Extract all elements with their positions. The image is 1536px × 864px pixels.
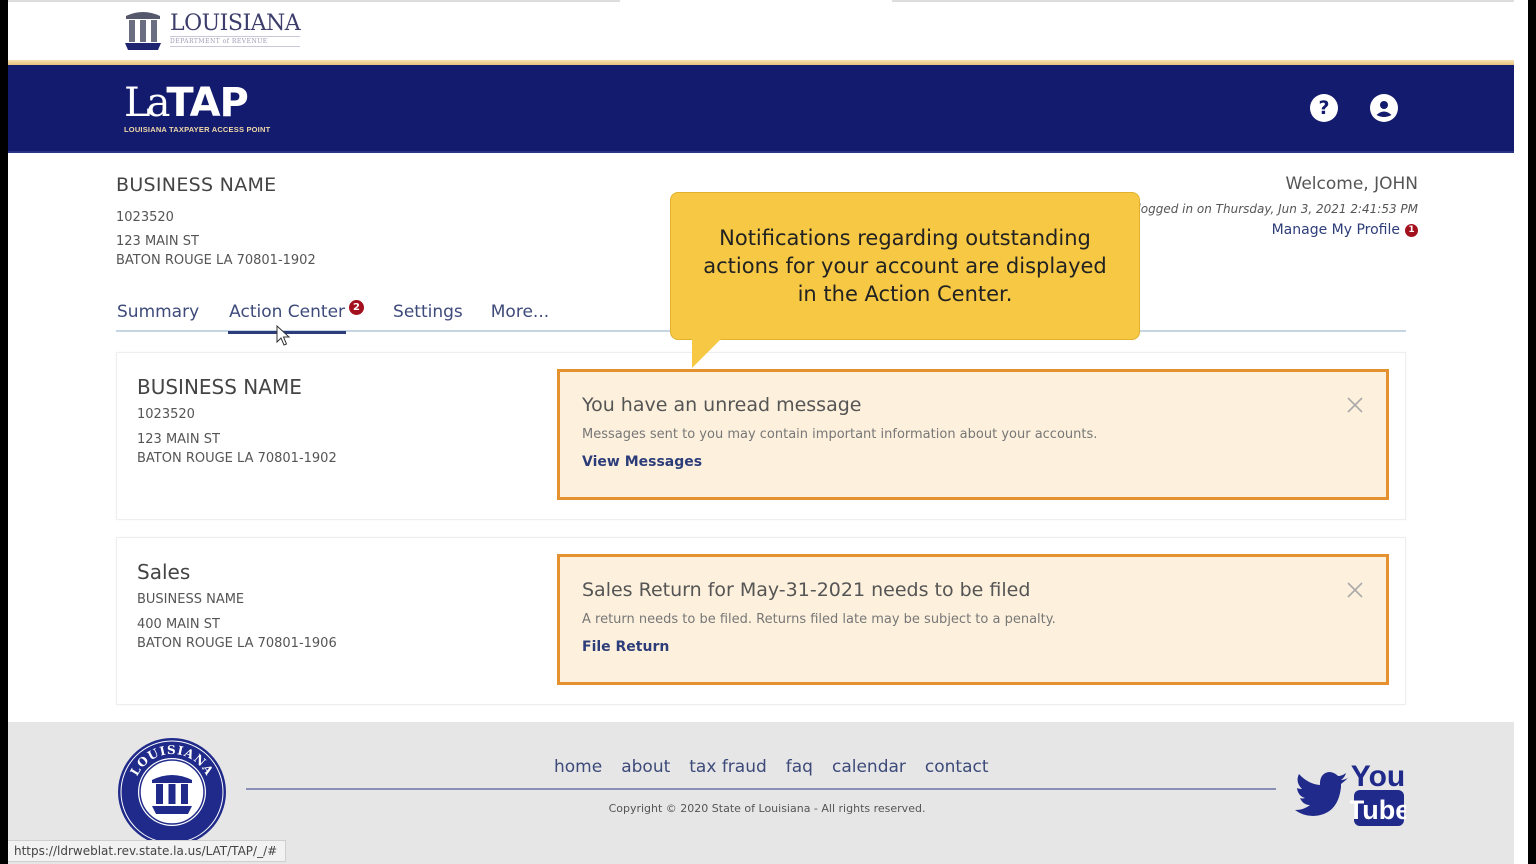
alert-body: A return needs to be filed. Returns file… bbox=[582, 612, 1056, 627]
tab-label: More... bbox=[490, 302, 550, 322]
card-account-id: 1023520 bbox=[137, 407, 195, 422]
mouse-pointer-icon bbox=[276, 325, 291, 346]
card-address-line1: 123 MAIN ST bbox=[137, 432, 220, 447]
card-address-line2: BATON ROUGE LA 70801-1902 bbox=[137, 451, 337, 466]
tab-label: Summary bbox=[117, 302, 200, 322]
dept-name: LOUISIANA bbox=[170, 10, 301, 36]
close-icon[interactable] bbox=[1346, 581, 1364, 599]
card-title: BUSINESS NAME bbox=[137, 375, 302, 399]
tutorial-callout: Notifications regarding outstanding acti… bbox=[670, 192, 1140, 340]
tab-more[interactable]: More... bbox=[490, 302, 550, 332]
welcome-block: Welcome, JOHN logged in on Thursday, Jun… bbox=[1137, 174, 1418, 238]
manage-profile-link[interactable]: Manage My Profile 1 bbox=[1272, 222, 1418, 238]
user-profile-button[interactable] bbox=[1370, 94, 1398, 122]
footer-link-calendar[interactable]: calendar bbox=[832, 757, 906, 777]
sales-return-alert: Sales Return for May-31-2021 needs to be… bbox=[557, 554, 1389, 685]
dept-subtitle: DEPARTMENT of REVENUE bbox=[170, 35, 301, 47]
user-icon bbox=[1376, 101, 1392, 117]
card-title: Sales bbox=[137, 560, 191, 584]
tab-label: Action Center bbox=[229, 302, 346, 322]
card-info: Sales BUSINESS NAME 400 MAIN ST BATON RO… bbox=[137, 560, 337, 651]
callout-text: Notifications regarding outstanding acti… bbox=[703, 226, 1107, 306]
top-strip: LOUISIANA DEPARTMENT of REVENUE bbox=[8, 0, 1514, 62]
dept-revenue-logo[interactable]: LOUISIANA DEPARTMENT of REVENUE bbox=[120, 6, 301, 52]
copyright-text: Copyright © 2020 State of Louisiana - Al… bbox=[608, 802, 926, 815]
divider bbox=[892, 0, 1514, 2]
browser-viewport: LOUISIANA DEPARTMENT of REVENUE La TAP L… bbox=[8, 0, 1528, 864]
app-header: La TAP Louisiana Taxpayer Access Point ? bbox=[8, 65, 1514, 153]
help-button[interactable]: ? bbox=[1310, 94, 1338, 122]
footer-link-contact[interactable]: contact bbox=[925, 757, 989, 777]
tab-summary[interactable]: Summary bbox=[116, 302, 200, 332]
logo-subtitle: Louisiana Taxpayer Access Point bbox=[124, 125, 271, 134]
sales-account-card: Sales BUSINESS NAME 400 MAIN ST BATON RO… bbox=[116, 537, 1406, 705]
twitter-icon[interactable] bbox=[1294, 770, 1350, 818]
card-address-line2: BATON ROUGE LA 70801-1906 bbox=[137, 636, 337, 651]
account-card: BUSINESS NAME 1023520 123 MAIN ST BATON … bbox=[116, 352, 1406, 520]
dept-revenue-seal-icon[interactable]: LOUISIANA bbox=[116, 736, 228, 848]
browser-status-url: https://ldrweblat.rev.state.la.us/LAT/TA… bbox=[8, 840, 287, 862]
footer-link-home[interactable]: home bbox=[554, 757, 602, 777]
youtube-you: You bbox=[1351, 760, 1405, 793]
account-address-line1: 123 MAIN ST bbox=[116, 234, 199, 249]
tab-label: Settings bbox=[393, 302, 463, 322]
youtube-icon[interactable]: You Tube bbox=[1348, 756, 1410, 828]
logo-tap: TAP bbox=[166, 80, 248, 126]
footer-divider bbox=[246, 788, 1276, 790]
account-name: BUSINESS NAME bbox=[116, 174, 277, 196]
account-address-line2: BATON ROUGE LA 70801-1902 bbox=[116, 253, 316, 268]
view-messages-link[interactable]: View Messages bbox=[582, 454, 702, 470]
youtube-tube: Tube bbox=[1350, 795, 1406, 825]
profile-notification-badge: 1 bbox=[1405, 223, 1418, 237]
account-header: BUSINESS NAME 1023520 123 MAIN ST BATON … bbox=[116, 174, 316, 268]
account-id: 1023520 bbox=[116, 210, 174, 225]
footer-link-faq[interactable]: faq bbox=[786, 757, 813, 777]
card-business-name: BUSINESS NAME bbox=[137, 592, 245, 607]
welcome-text: Welcome, JOHN bbox=[1285, 174, 1418, 194]
alert-body: Messages sent to you may contain importa… bbox=[582, 427, 1098, 442]
logo-la: La bbox=[124, 80, 170, 126]
action-center-badge: 2 bbox=[349, 300, 365, 315]
close-icon[interactable] bbox=[1346, 396, 1364, 414]
alert-title: You have an unread message bbox=[582, 394, 862, 416]
footer-nav: home about tax fraud faq calendar contac… bbox=[554, 757, 989, 777]
manage-profile-label: Manage My Profile bbox=[1271, 222, 1400, 238]
pillars-icon bbox=[125, 12, 161, 50]
card-info: BUSINESS NAME 1023520 123 MAIN ST BATON … bbox=[137, 375, 337, 466]
footer-link-tax-fraud[interactable]: tax fraud bbox=[689, 757, 767, 777]
card-address-line1: 400 MAIN ST bbox=[137, 617, 220, 632]
callout-pointer bbox=[692, 338, 722, 368]
footer-link-about[interactable]: about bbox=[621, 757, 670, 777]
last-login-text: logged in on Thursday, Jun 3, 2021 2:41:… bbox=[1137, 202, 1418, 216]
question-icon: ? bbox=[1318, 96, 1330, 119]
latap-logo[interactable]: La TAP Louisiana Taxpayer Access Point bbox=[124, 83, 270, 134]
file-return-link[interactable]: File Return bbox=[582, 639, 669, 655]
divider bbox=[8, 0, 620, 2]
tab-settings[interactable]: Settings bbox=[392, 302, 464, 332]
alert-title: Sales Return for May-31-2021 needs to be… bbox=[582, 579, 1031, 601]
unread-message-alert: You have an unread message Messages sent… bbox=[557, 369, 1389, 500]
